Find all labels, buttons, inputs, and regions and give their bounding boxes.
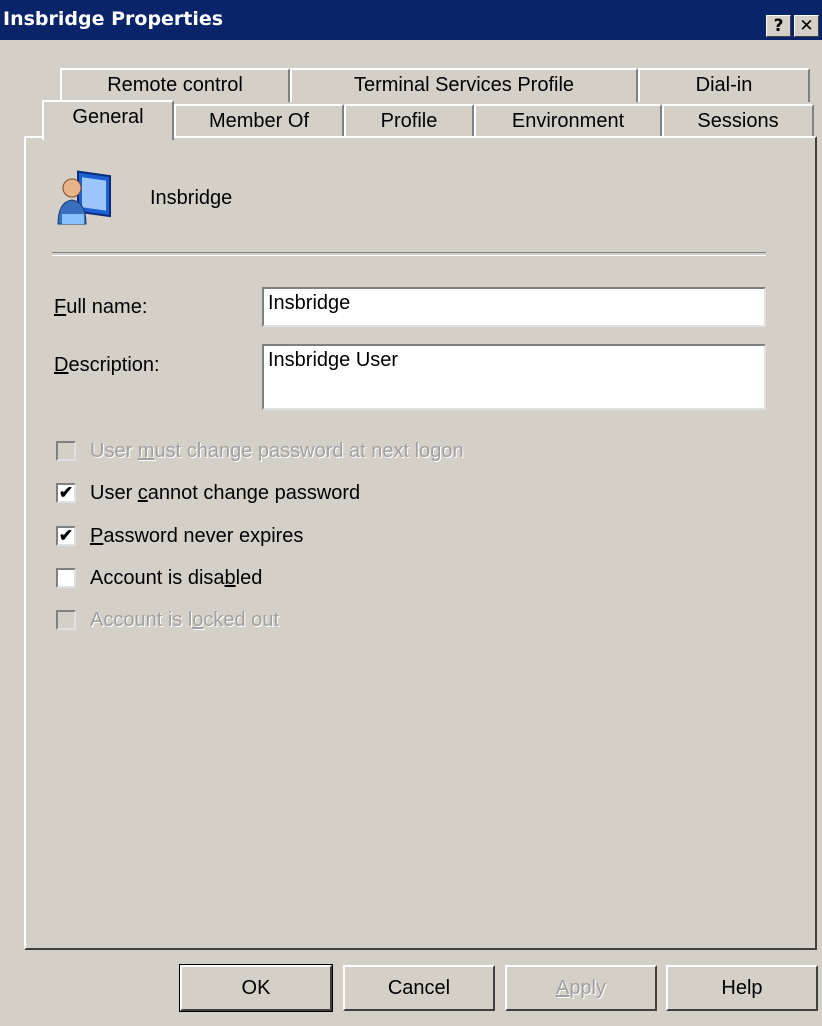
checkbox-label[interactable]: Password never expires xyxy=(90,525,303,548)
checkbox-box xyxy=(56,441,76,461)
title-bar[interactable]: Insbridge Properties ? ✕ xyxy=(0,0,822,40)
checkbox-box[interactable] xyxy=(56,568,76,588)
checkbox-label[interactable]: User cannot change password xyxy=(90,482,360,505)
cancel-button[interactable]: Cancel xyxy=(343,965,495,1011)
full-name-label: Full name: xyxy=(54,296,148,318)
help-button[interactable]: Help xyxy=(666,965,818,1011)
checkbox-label: User must change password at next logon xyxy=(90,440,464,462)
tab-profile[interactable]: Profile xyxy=(344,104,474,138)
description-field[interactable]: Insbridge User xyxy=(262,344,766,410)
tab-general[interactable]: General xyxy=(42,100,174,140)
description-label-rest: escription: xyxy=(68,354,160,376)
help-icon[interactable]: ? xyxy=(766,15,791,37)
checkmark-icon[interactable]: ✔ xyxy=(56,526,76,546)
full-name-label-rest: ull name: xyxy=(66,296,148,318)
checkbox-box xyxy=(56,610,76,630)
tab-remote-control[interactable]: Remote control xyxy=(60,68,290,102)
full-name-field[interactable]: Insbridge xyxy=(262,287,766,327)
ok-button[interactable]: OK xyxy=(179,964,333,1012)
tab-dial-in[interactable]: Dial-in xyxy=(638,68,810,102)
user-computer-icon xyxy=(57,170,111,225)
description-label: Description: xyxy=(54,354,160,376)
tab-terminal-services-profile[interactable]: Terminal Services Profile xyxy=(290,68,638,102)
checkbox-label[interactable]: Account is disabled xyxy=(90,567,262,590)
separator xyxy=(52,252,766,256)
user-display-name: Insbridge xyxy=(150,187,233,209)
close-icon[interactable]: ✕ xyxy=(794,15,819,37)
tab-environment[interactable]: Environment xyxy=(474,104,662,138)
checkmark-icon[interactable]: ✔ xyxy=(56,483,76,503)
checkbox-label: Account is locked out xyxy=(90,609,279,631)
tab-member-of[interactable]: Member Of xyxy=(174,104,344,138)
apply-button: Apply xyxy=(505,965,657,1011)
tab-sessions[interactable]: Sessions xyxy=(662,104,814,138)
window-title: Insbridge Properties xyxy=(3,8,224,30)
